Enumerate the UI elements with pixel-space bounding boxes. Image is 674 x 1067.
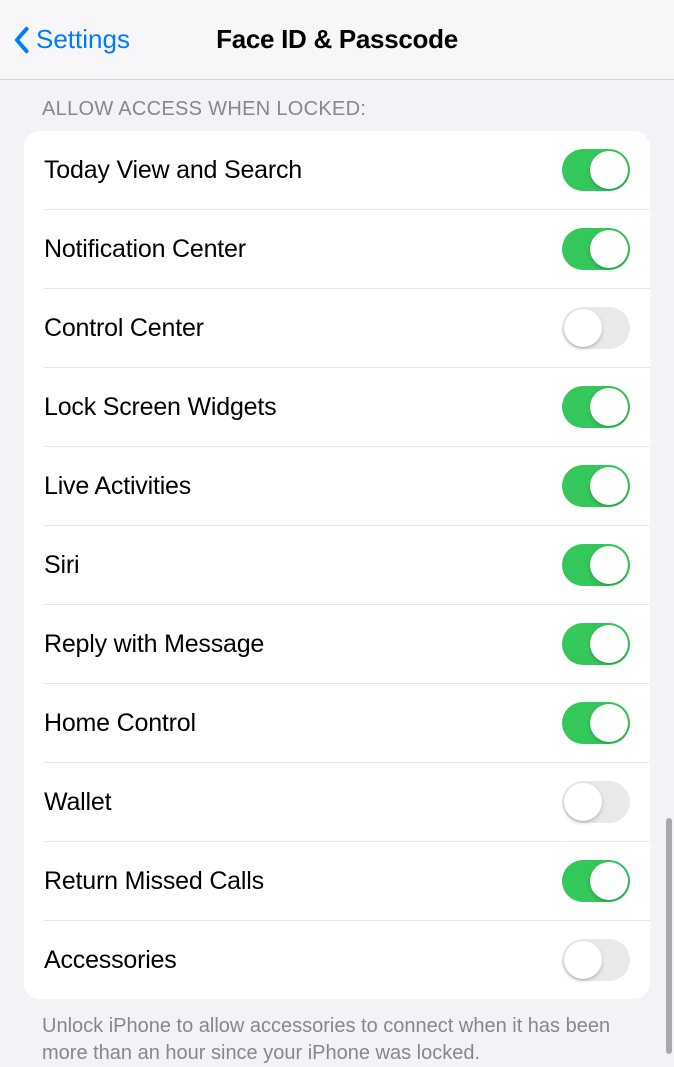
row-label: Wallet (44, 788, 111, 817)
toggle-switch[interactable] (562, 939, 630, 981)
chevron-left-icon (12, 26, 30, 54)
scroll-indicator[interactable] (666, 818, 672, 1054)
settings-row: Lock Screen Widgets (44, 367, 650, 446)
toggle-knob (590, 467, 628, 505)
settings-row: Today View and Search (24, 131, 650, 209)
toggle-knob (590, 704, 628, 742)
settings-group: Today View and Search Notification Center… (24, 131, 650, 999)
settings-row: Accessories (44, 920, 650, 999)
toggle-switch[interactable] (562, 781, 630, 823)
settings-row: Home Control (44, 683, 650, 762)
settings-row: Siri (44, 525, 650, 604)
toggle-switch[interactable] (562, 386, 630, 428)
toggle-switch[interactable] (562, 228, 630, 270)
toggle-knob (564, 309, 602, 347)
row-label: Home Control (44, 709, 196, 738)
row-label: Return Missed Calls (44, 867, 264, 896)
toggle-knob (590, 151, 628, 189)
row-label: Notification Center (44, 235, 246, 264)
page-title: Face ID & Passcode (216, 24, 458, 55)
content-area: ALLOW ACCESS WHEN LOCKED: Today View and… (0, 80, 674, 1067)
row-label: Lock Screen Widgets (44, 393, 276, 422)
toggle-knob (590, 625, 628, 663)
settings-row: Control Center (44, 288, 650, 367)
settings-row: Wallet (44, 762, 650, 841)
row-label: Accessories (44, 946, 177, 975)
back-button[interactable]: Settings (10, 24, 130, 55)
toggle-switch[interactable] (562, 544, 630, 586)
navigation-bar: Settings Face ID & Passcode (0, 0, 674, 80)
toggle-knob (590, 388, 628, 426)
row-label: Reply with Message (44, 630, 264, 659)
row-label: Live Activities (44, 472, 191, 501)
row-label: Today View and Search (44, 156, 302, 185)
back-label: Settings (36, 24, 130, 55)
toggle-switch[interactable] (562, 860, 630, 902)
settings-row: Live Activities (44, 446, 650, 525)
toggle-switch[interactable] (562, 307, 630, 349)
row-label: Siri (44, 551, 79, 580)
toggle-knob (590, 862, 628, 900)
toggle-knob (564, 783, 602, 821)
row-label: Control Center (44, 314, 204, 343)
section-footer: Unlock iPhone to allow accessories to co… (24, 999, 650, 1067)
toggle-switch[interactable] (562, 623, 630, 665)
settings-row: Reply with Message (44, 604, 650, 683)
toggle-knob (590, 546, 628, 584)
toggle-switch[interactable] (562, 465, 630, 507)
toggle-switch[interactable] (562, 702, 630, 744)
toggle-knob (590, 230, 628, 268)
settings-row: Return Missed Calls (44, 841, 650, 920)
toggle-knob (564, 941, 602, 979)
section-header: ALLOW ACCESS WHEN LOCKED: (24, 80, 650, 131)
settings-row: Notification Center (44, 209, 650, 288)
toggle-switch[interactable] (562, 149, 630, 191)
